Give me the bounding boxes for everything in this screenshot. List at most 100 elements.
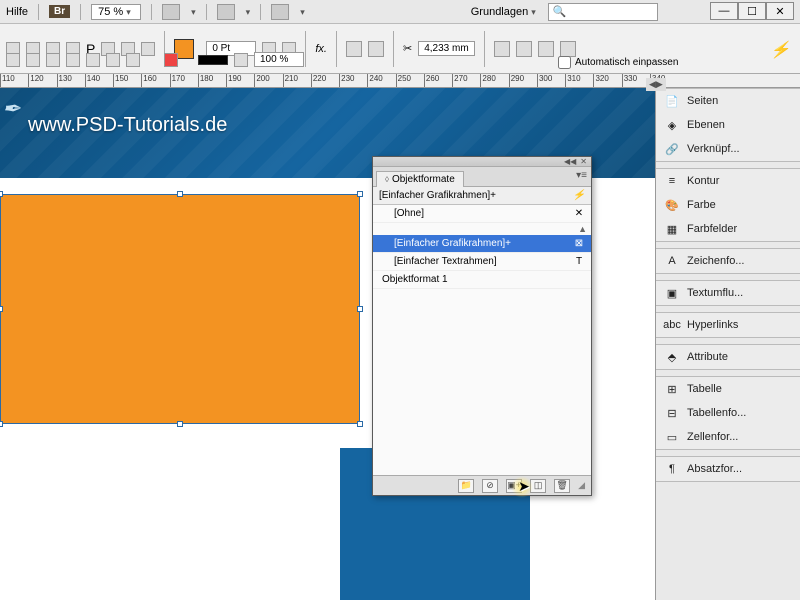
panel-icon: 📄	[664, 94, 680, 108]
chevron-down-icon[interactable]	[188, 6, 196, 18]
panel-icon: ▭	[664, 430, 680, 444]
quick-apply-icon[interactable]: ⚡	[573, 190, 585, 201]
arrange-icon[interactable]	[271, 4, 289, 20]
panel-menu-icon[interactable]: ▾≡	[576, 170, 587, 181]
ruler-tick: 330	[622, 74, 637, 88]
selected-frame[interactable]	[0, 194, 360, 424]
menu-help[interactable]: Hilfe	[6, 6, 28, 18]
folder-icon[interactable]: 📁	[458, 479, 474, 493]
align-icon[interactable]	[368, 41, 384, 57]
separator	[80, 4, 81, 20]
resize-handle[interactable]	[0, 421, 3, 427]
panel-button-absatzfor-[interactable]: ¶Absatzfor...	[656, 457, 800, 481]
style-row[interactable]: [Ohne]✕	[373, 205, 591, 223]
panel-subheader: [Einfacher Grafikrahmen]+ ⚡	[373, 187, 591, 205]
crop-icon[interactable]: ✂	[403, 42, 412, 55]
panel-icon: ≡	[664, 174, 680, 188]
object-styles-panel[interactable]: ◀◀✕ Objektformate ▾≡ [Einfacher Grafikra…	[372, 156, 592, 496]
flag-icon[interactable]	[164, 53, 178, 67]
align-icon[interactable]	[346, 41, 362, 57]
resize-grip-icon[interactable]: ◢	[578, 480, 585, 491]
panel-label: Ebenen	[687, 119, 725, 131]
separator	[206, 4, 207, 20]
ruler-tick: 190	[226, 74, 241, 88]
view-options-icon[interactable]	[162, 4, 180, 20]
resize-handle[interactable]	[177, 191, 183, 197]
style-row[interactable]: [Einfacher Grafikrahmen]+⊠	[373, 235, 591, 253]
panel-button-seiten[interactable]: 📄Seiten	[656, 89, 800, 113]
resize-handle[interactable]	[0, 191, 3, 197]
panel-button-kontur[interactable]: ≡Kontur	[656, 169, 800, 193]
resize-handle[interactable]	[357, 306, 363, 312]
style-row[interactable]: [Einfacher Textrahmen]T	[373, 253, 591, 271]
opacity-field[interactable]: 100 %	[254, 52, 304, 67]
bridge-button[interactable]: Br	[49, 5, 70, 18]
fit-icon[interactable]	[538, 41, 554, 57]
measure-field[interactable]: 4,233 mm	[418, 41, 474, 56]
clear-override-icon[interactable]: ⊘	[482, 479, 498, 493]
autofit-checkbox[interactable]	[558, 56, 571, 69]
panel-button-tabellenfo-[interactable]: ⊟Tabellenfo...	[656, 401, 800, 425]
panel-button-farbfelder[interactable]: ▦Farbfelder	[656, 217, 800, 241]
fit-icon[interactable]	[560, 41, 576, 57]
tool-icon[interactable]	[66, 53, 80, 67]
fit-icon[interactable]	[494, 41, 510, 57]
panel-button-textumflu-[interactable]: ▣Textumflu...	[656, 281, 800, 305]
ruler-horizontal[interactable]: 1101201301401501601701801902002102202302…	[0, 74, 800, 88]
tool-icon[interactable]	[86, 53, 100, 67]
panel-button-hyperlinks[interactable]: abc Hyperlinks	[656, 313, 800, 337]
resize-handle[interactable]	[177, 421, 183, 427]
window-close-button[interactable]: ✕	[766, 2, 794, 20]
panel-icon: ⊞	[664, 382, 680, 396]
panel-button-tabelle[interactable]: ⊞Tabelle	[656, 377, 800, 401]
resize-handle[interactable]	[357, 421, 363, 427]
style-list[interactable]: [Ohne]✕▲[Einfacher Grafikrahmen]+⊠[Einfa…	[373, 205, 591, 475]
collapse-dock-icon[interactable]: ◀▶	[646, 78, 666, 91]
trash-icon[interactable]: 🗑	[554, 479, 570, 493]
workspace-switcher[interactable]: Grundlagen	[471, 6, 536, 18]
tool-icon[interactable]	[6, 53, 20, 67]
panel-button-verkn-pf-[interactable]: 🔗Verknüpf...	[656, 137, 800, 161]
ruler-tick: 180	[198, 74, 213, 88]
panel-label: Hyperlinks	[687, 319, 738, 331]
new-style-icon[interactable]: ◫	[530, 479, 546, 493]
ruler-tick: 320	[593, 74, 608, 88]
panel-tab-bar: Objektformate ▾≡	[373, 167, 591, 187]
panel-icon: ⊟	[664, 406, 680, 420]
opts-icon[interactable]	[234, 53, 248, 67]
resize-handle[interactable]	[357, 191, 363, 197]
ruler-tick: 160	[141, 74, 156, 88]
zoom-dropdown[interactable]: 75 %	[91, 4, 141, 20]
panel-titlebar[interactable]: ◀◀✕	[373, 157, 591, 167]
chevron-down-icon[interactable]	[297, 6, 305, 18]
ruler-tick: 240	[367, 74, 382, 88]
stroke-swatch[interactable]	[198, 55, 228, 65]
tool-icon[interactable]	[46, 53, 60, 67]
panel-label: Attribute	[687, 351, 728, 363]
panel-icon: abc	[664, 318, 680, 332]
window-minimize-button[interactable]: —	[710, 2, 738, 20]
panel-button-farbe[interactable]: 🎨Farbe	[656, 193, 800, 217]
panel-label: Farbfelder	[687, 223, 737, 235]
panel-button-ebenen[interactable]: ◈Ebenen	[656, 113, 800, 137]
separator	[393, 31, 394, 67]
tool-icon[interactable]	[26, 53, 40, 67]
panel-button-attribute[interactable]: ⬘Attribute	[656, 345, 800, 369]
ruler-tick: 260	[424, 74, 439, 88]
quick-apply-icon[interactable]: ⚡	[770, 40, 790, 60]
window-maximize-button[interactable]: ☐	[738, 2, 766, 20]
search-input[interactable]: 🔍	[548, 3, 658, 21]
resize-handle[interactable]	[0, 306, 3, 312]
style-row[interactable]: Objektformat 1	[373, 271, 591, 289]
panel-tab-objektformate[interactable]: Objektformate	[376, 171, 464, 187]
panel-button-zellenfor-[interactable]: ▭Zellenfor...	[656, 425, 800, 449]
chevron-down-icon[interactable]	[243, 6, 251, 18]
tool-icon[interactable]	[126, 53, 140, 67]
panel-button-zeichenfo-[interactable]: AZeichenfo...	[656, 249, 800, 273]
new-style-group-icon[interactable]: ▣+	[506, 479, 522, 493]
style-marker-icon: ✕	[571, 208, 587, 219]
fit-icon[interactable]	[516, 41, 532, 57]
screen-mode-icon[interactable]	[217, 4, 235, 20]
tool-icon[interactable]	[106, 53, 120, 67]
style-label: [Ohne]	[391, 208, 571, 219]
